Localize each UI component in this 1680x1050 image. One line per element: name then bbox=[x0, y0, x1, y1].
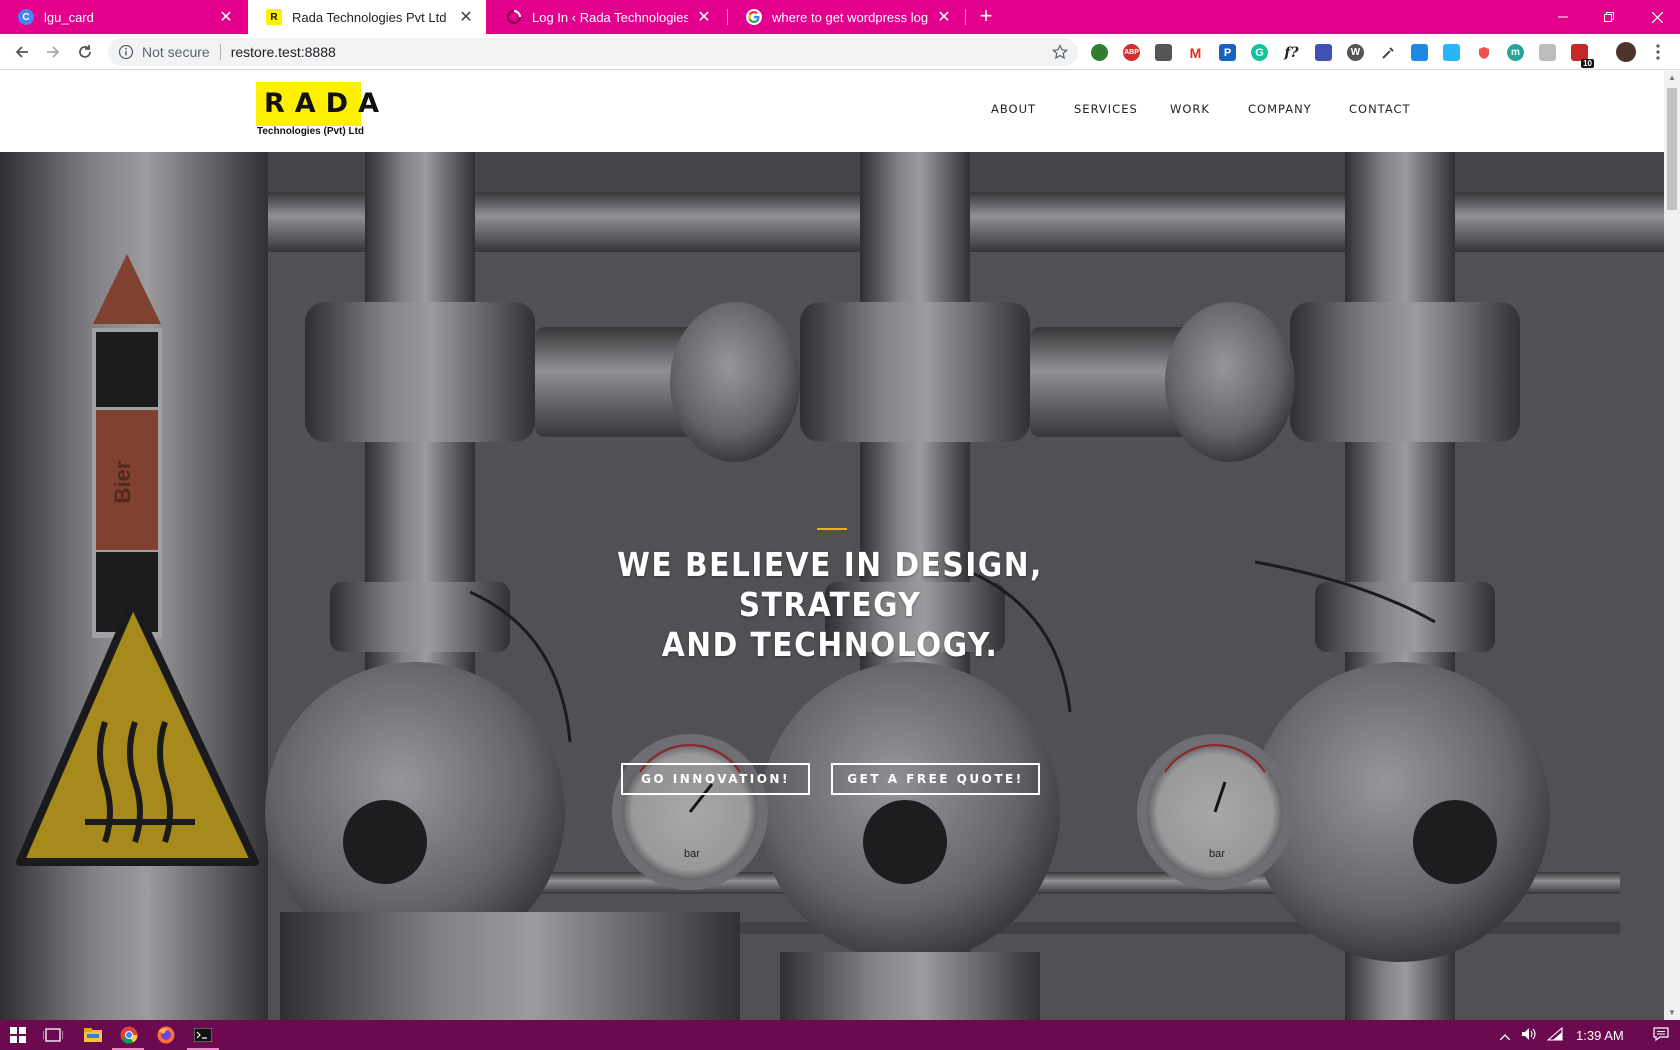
scroll-down-icon[interactable]: ▼ bbox=[1668, 1009, 1676, 1017]
grammarly-icon[interactable]: G bbox=[1251, 44, 1268, 61]
hero-title-line1: WE BELIEVE IN DESIGN, STRATEGY bbox=[617, 545, 1043, 624]
c-letter-icon: C bbox=[18, 9, 34, 25]
tab-separator bbox=[965, 9, 966, 25]
nav-services[interactable]: SERVICES bbox=[1074, 102, 1138, 116]
hero-title: WE BELIEVE IN DESIGN, STRATEGY AND TECHN… bbox=[540, 545, 1120, 665]
todoist-icon[interactable]: 10 bbox=[1571, 44, 1594, 68]
system-tray: 1:39 AM bbox=[1494, 1020, 1676, 1050]
security-label: Not secure bbox=[142, 44, 210, 60]
extension-m-icon[interactable]: m bbox=[1507, 44, 1524, 61]
hero-section: Bier bar bar WE BELIEVE IN DESIGN, STRAT… bbox=[0, 152, 1664, 1020]
close-tab-icon[interactable]: ✕ bbox=[458, 9, 474, 26]
page-viewport: RADA Technologies (Pvt) Ltd ABOUT SERVIC… bbox=[0, 71, 1664, 1020]
profile-avatar[interactable] bbox=[1616, 42, 1636, 62]
omnibox-divider bbox=[219, 44, 221, 60]
shield-icon[interactable] bbox=[1475, 44, 1492, 61]
forward-arrow-icon[interactable] bbox=[41, 40, 65, 64]
chrome-menu-icon[interactable] bbox=[1646, 40, 1670, 64]
close-window-icon[interactable] bbox=[1634, 0, 1680, 34]
close-tab-icon[interactable]: ✕ bbox=[696, 9, 712, 26]
info-icon[interactable] bbox=[118, 44, 134, 60]
windows-start-icon[interactable] bbox=[8, 1025, 28, 1045]
browser-tab-login[interactable]: Log In ‹ Rada Technologies Pvt Lt ✕ bbox=[488, 0, 724, 34]
nav-about[interactable]: ABOUT bbox=[991, 102, 1036, 116]
extension-k-icon[interactable] bbox=[1539, 44, 1556, 61]
chevron-up-icon[interactable] bbox=[1494, 1028, 1516, 1043]
browser-toolbar: Not secure restore.test:8888 ABP M P G f… bbox=[0, 34, 1680, 70]
scroll-up-icon[interactable]: ▲ bbox=[1668, 74, 1676, 82]
browser-tab-lgu-card[interactable]: C lgu_card ✕ bbox=[0, 0, 246, 34]
adblock-plus-icon[interactable]: ABP bbox=[1123, 44, 1140, 61]
bookmark-star-icon[interactable] bbox=[1052, 44, 1068, 60]
reload-icon[interactable] bbox=[73, 40, 97, 64]
extension-p-icon[interactable]: P bbox=[1219, 44, 1236, 61]
taskbar-clock[interactable]: 1:39 AM bbox=[1576, 1028, 1646, 1043]
tab-title: where to get wordpress login pa bbox=[772, 9, 928, 25]
extension-shield-icon[interactable] bbox=[1155, 44, 1172, 61]
wordpress-icon[interactable]: W bbox=[1347, 44, 1364, 61]
firefox-icon[interactable] bbox=[156, 1025, 176, 1045]
extension-globe-icon[interactable] bbox=[1091, 44, 1108, 61]
free-quote-button[interactable]: GET A FREE QUOTE! bbox=[831, 763, 1040, 795]
back-arrow-icon[interactable] bbox=[10, 40, 34, 64]
browser-tab-strip: C lgu_card ✕ R Rada Technologies Pvt Ltd… bbox=[0, 0, 1680, 34]
hero-title-line2: AND TECHNOLOGY. bbox=[661, 625, 999, 664]
url-text[interactable]: restore.test:8888 bbox=[231, 44, 336, 60]
tab-title: Rada Technologies Pvt Ltd – Auto bbox=[292, 9, 450, 25]
chrome-taskbar-icon[interactable] bbox=[119, 1025, 139, 1045]
browser-tab-google-search[interactable]: where to get wordpress login pa ✕ bbox=[728, 0, 964, 34]
close-tab-icon[interactable]: ✕ bbox=[218, 9, 234, 26]
extension-badge: 10 bbox=[1581, 59, 1594, 68]
logo-subtitle: Technologies (Pvt) Ltd bbox=[257, 126, 365, 137]
r-letter-icon: R bbox=[266, 9, 282, 25]
task-view-icon[interactable] bbox=[43, 1025, 63, 1045]
window-resizer-icon[interactable] bbox=[1443, 44, 1460, 61]
page-scrollbar[interactable]: ▲ ▼ bbox=[1664, 71, 1680, 1020]
nav-work[interactable]: WORK bbox=[1170, 102, 1210, 116]
google-icon bbox=[746, 9, 762, 25]
windows-taskbar: 1:39 AM bbox=[0, 1020, 1680, 1050]
restore-window-icon[interactable] bbox=[1586, 0, 1632, 34]
new-tab-icon[interactable]: + bbox=[974, 5, 998, 29]
eyedropper-icon[interactable] bbox=[1379, 44, 1396, 61]
command-prompt-icon[interactable] bbox=[193, 1025, 213, 1045]
tab-title: lgu_card bbox=[44, 9, 94, 25]
volume-icon[interactable] bbox=[1516, 1027, 1542, 1044]
tab-title: Log In ‹ Rada Technologies Pvt Lt bbox=[532, 9, 688, 25]
nav-contact[interactable]: CONTACT bbox=[1349, 102, 1411, 116]
network-icon[interactable] bbox=[1542, 1026, 1568, 1044]
extension-puzzle-icon[interactable] bbox=[1315, 44, 1332, 61]
pocket-icon[interactable] bbox=[1411, 44, 1428, 61]
browser-tab-rada[interactable]: R Rada Technologies Pvt Ltd – Auto ✕ bbox=[248, 0, 486, 34]
file-explorer-icon[interactable] bbox=[83, 1025, 103, 1045]
go-innovation-button[interactable]: GO INNOVATION! bbox=[621, 763, 810, 795]
nav-company[interactable]: COMPANY bbox=[1248, 102, 1312, 116]
address-bar[interactable]: Not secure restore.test:8888 bbox=[108, 38, 1078, 66]
hero-accent-line bbox=[817, 528, 847, 530]
font-finder-icon[interactable]: f? bbox=[1283, 44, 1300, 61]
gmail-icon[interactable]: M bbox=[1187, 44, 1204, 61]
loading-icon bbox=[506, 9, 522, 25]
logo-word: RADA bbox=[264, 88, 389, 119]
scrollbar-thumb[interactable] bbox=[1667, 88, 1677, 210]
close-tab-icon[interactable]: ✕ bbox=[936, 9, 952, 26]
minimize-icon[interactable] bbox=[1540, 0, 1586, 34]
site-header: RADA Technologies (Pvt) Ltd ABOUT SERVIC… bbox=[0, 71, 1664, 152]
site-logo[interactable]: RADA Technologies (Pvt) Ltd bbox=[256, 82, 389, 140]
action-center-icon[interactable] bbox=[1646, 1026, 1676, 1044]
